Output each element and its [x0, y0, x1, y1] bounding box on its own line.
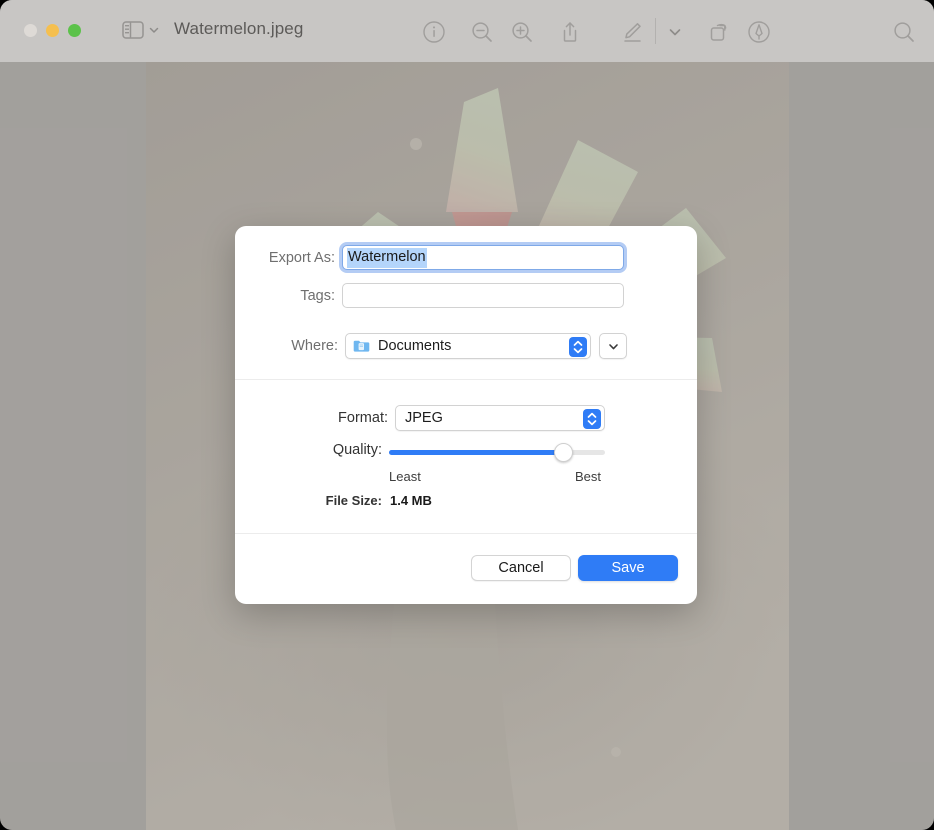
document-title: Watermelon.jpeg [174, 19, 304, 38]
where-popup-button[interactable]: Documents [345, 333, 591, 359]
info-icon[interactable] [421, 19, 447, 45]
file-size-label: File Size: [325, 493, 382, 508]
annotate-icon[interactable] [746, 19, 772, 45]
export-as-label: Export As: [268, 250, 335, 266]
tags-label: Tags: [300, 288, 335, 304]
format-popup-button[interactable]: JPEG [395, 405, 605, 431]
tags-input[interactable] [342, 283, 624, 308]
format-stepper-icon[interactable] [583, 409, 601, 429]
export-dialog: Export As: Watermelon Tags: Where: Docum… [235, 226, 697, 604]
window-toolbar: Watermelon.jpeg [0, 0, 934, 62]
export-as-input[interactable]: Watermelon [342, 245, 624, 270]
share-icon[interactable] [557, 19, 583, 45]
zoom-in-icon[interactable] [509, 19, 535, 45]
search-icon[interactable] [891, 19, 917, 45]
format-value: JPEG [405, 410, 443, 426]
sidebar-icon[interactable] [122, 21, 144, 39]
cancel-button[interactable]: Cancel [471, 555, 571, 581]
close-button[interactable] [24, 24, 37, 37]
quality-max-label: Best [575, 469, 602, 484]
save-button[interactable]: Save [578, 555, 678, 581]
markup-pen-icon[interactable] [619, 19, 645, 45]
format-label: Format: [338, 410, 388, 426]
toolbar-separator [655, 18, 656, 44]
preview-window: Watermelon.jpeg Export As: Watermelon Ta… [0, 0, 934, 830]
minimize-button[interactable] [46, 24, 59, 37]
zoom-out-icon[interactable] [469, 19, 495, 45]
maximize-button[interactable] [68, 24, 81, 37]
where-label: Where: [291, 338, 338, 354]
export-as-value: Watermelon [347, 247, 427, 268]
rotate-icon[interactable] [706, 19, 732, 45]
chevron-down-icon [608, 343, 618, 349]
file-size-value: 1.4 MB [390, 493, 432, 508]
quality-min-label: Least [389, 469, 421, 484]
where-value: Documents [378, 338, 452, 354]
sidebar-chevron-down-icon[interactable] [148, 24, 160, 36]
where-stepper-icon[interactable] [569, 337, 587, 357]
dialog-divider-bottom [235, 533, 697, 534]
folder-icon [353, 339, 370, 353]
dialog-divider-top [235, 379, 697, 380]
chevron-down-icon[interactable] [662, 19, 688, 45]
quality-label: Quality: [332, 442, 382, 458]
quality-slider[interactable] [389, 443, 605, 462]
where-expand-button[interactable] [599, 333, 627, 359]
slider-knob[interactable] [554, 443, 574, 462]
slider-fill [389, 450, 564, 455]
